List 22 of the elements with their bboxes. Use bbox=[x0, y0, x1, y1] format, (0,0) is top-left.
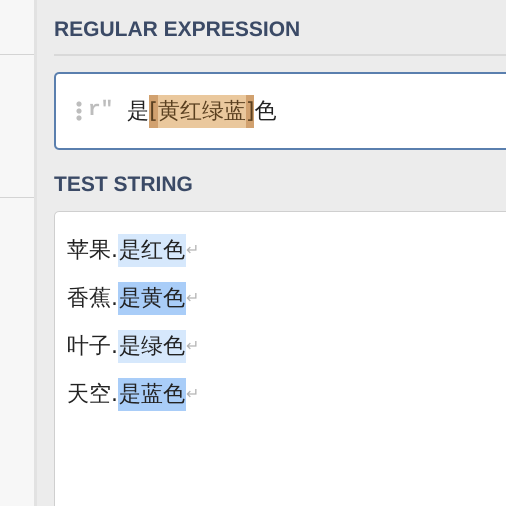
regex-input-field[interactable]: r" 是[黄红绿蓝]色 bbox=[54, 72, 506, 150]
regex-token: 色 bbox=[254, 98, 276, 126]
line-end-marker: ↵ bbox=[186, 287, 200, 310]
regex-token: 是 bbox=[127, 98, 150, 126]
test-string-field[interactable]: 苹果.是红色↵ 香蕉.是黄色↵ 叶子.是绿色↵ 天空.是蓝色↵ bbox=[54, 211, 506, 506]
line-text: 叶子. bbox=[67, 332, 118, 361]
line-end-marker: ↵ bbox=[186, 383, 200, 406]
line-end-marker: ↵ bbox=[186, 239, 200, 262]
bracket-token: [ bbox=[149, 94, 158, 128]
match-highlight: 是蓝色 bbox=[118, 378, 186, 411]
match-highlight: 是绿色 bbox=[118, 330, 186, 363]
match-highlight: 是红色 bbox=[118, 234, 186, 267]
section-heading: TEST STRING bbox=[54, 172, 194, 198]
character-set-token: 黄红绿蓝 bbox=[158, 94, 246, 128]
match-highlight: 是黄色 bbox=[118, 282, 186, 315]
section-heading: REGULAR EXPRESSION bbox=[54, 0, 506, 56]
drag-handle-icon[interactable] bbox=[76, 101, 82, 122]
line-text: 天空. bbox=[67, 380, 118, 409]
regex-prefix-label: r" bbox=[88, 98, 114, 124]
line-end-marker: ↵ bbox=[186, 335, 200, 358]
line-text: 香蕉. bbox=[67, 284, 118, 313]
line-text: 苹果. bbox=[67, 236, 118, 265]
